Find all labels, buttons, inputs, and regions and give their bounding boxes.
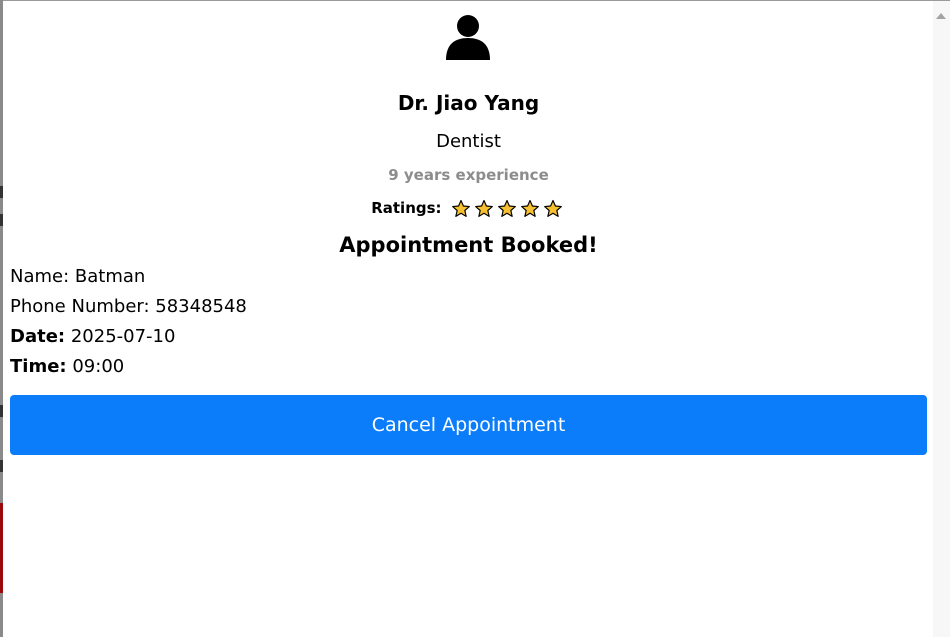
appointment-time: Time: 09:00 bbox=[10, 355, 124, 379]
left-edge-mark bbox=[0, 186, 3, 198]
star-icon bbox=[497, 199, 516, 217]
triangle-up-icon[interactable] bbox=[936, 13, 946, 19]
doctor-specialty: Dentist bbox=[436, 131, 501, 152]
left-edge-mark bbox=[0, 460, 3, 472]
top-border bbox=[0, 0, 950, 1]
rating-stars bbox=[451, 198, 566, 220]
user-icon bbox=[446, 15, 490, 60]
star-icon bbox=[474, 199, 493, 217]
dialog-frame: Dr. Jiao Yang Dentist 9 years experience… bbox=[0, 0, 950, 637]
ratings-row: Ratings: bbox=[10, 197, 927, 220]
star-icon bbox=[543, 199, 562, 217]
doctor-experience: 9 years experience bbox=[388, 166, 549, 184]
left-edge-mark bbox=[0, 405, 3, 417]
date-value: 2025-07-10 bbox=[65, 326, 176, 347]
cancel-appointment-button[interactable]: Cancel Appointment bbox=[10, 395, 927, 455]
ratings-label: Ratings: bbox=[371, 199, 442, 217]
appointment-booked-title: Appointment Booked! bbox=[339, 233, 598, 257]
vertical-scrollbar[interactable] bbox=[933, 1, 950, 637]
left-edge-mark bbox=[0, 214, 3, 226]
date-label: Date: bbox=[10, 326, 66, 347]
patient-name: Name: Batman bbox=[10, 266, 146, 287]
background-red-strip bbox=[0, 503, 3, 593]
star-icon bbox=[451, 199, 470, 217]
star-icon bbox=[520, 199, 539, 217]
time-label: Time: bbox=[10, 356, 67, 377]
appointment-date: Date: 2025-07-10 bbox=[10, 325, 175, 349]
doctor-name: Dr. Jiao Yang bbox=[397, 91, 540, 115]
time-value: 09:00 bbox=[66, 356, 125, 377]
patient-phone: Phone Number: 58348548 bbox=[10, 296, 247, 317]
